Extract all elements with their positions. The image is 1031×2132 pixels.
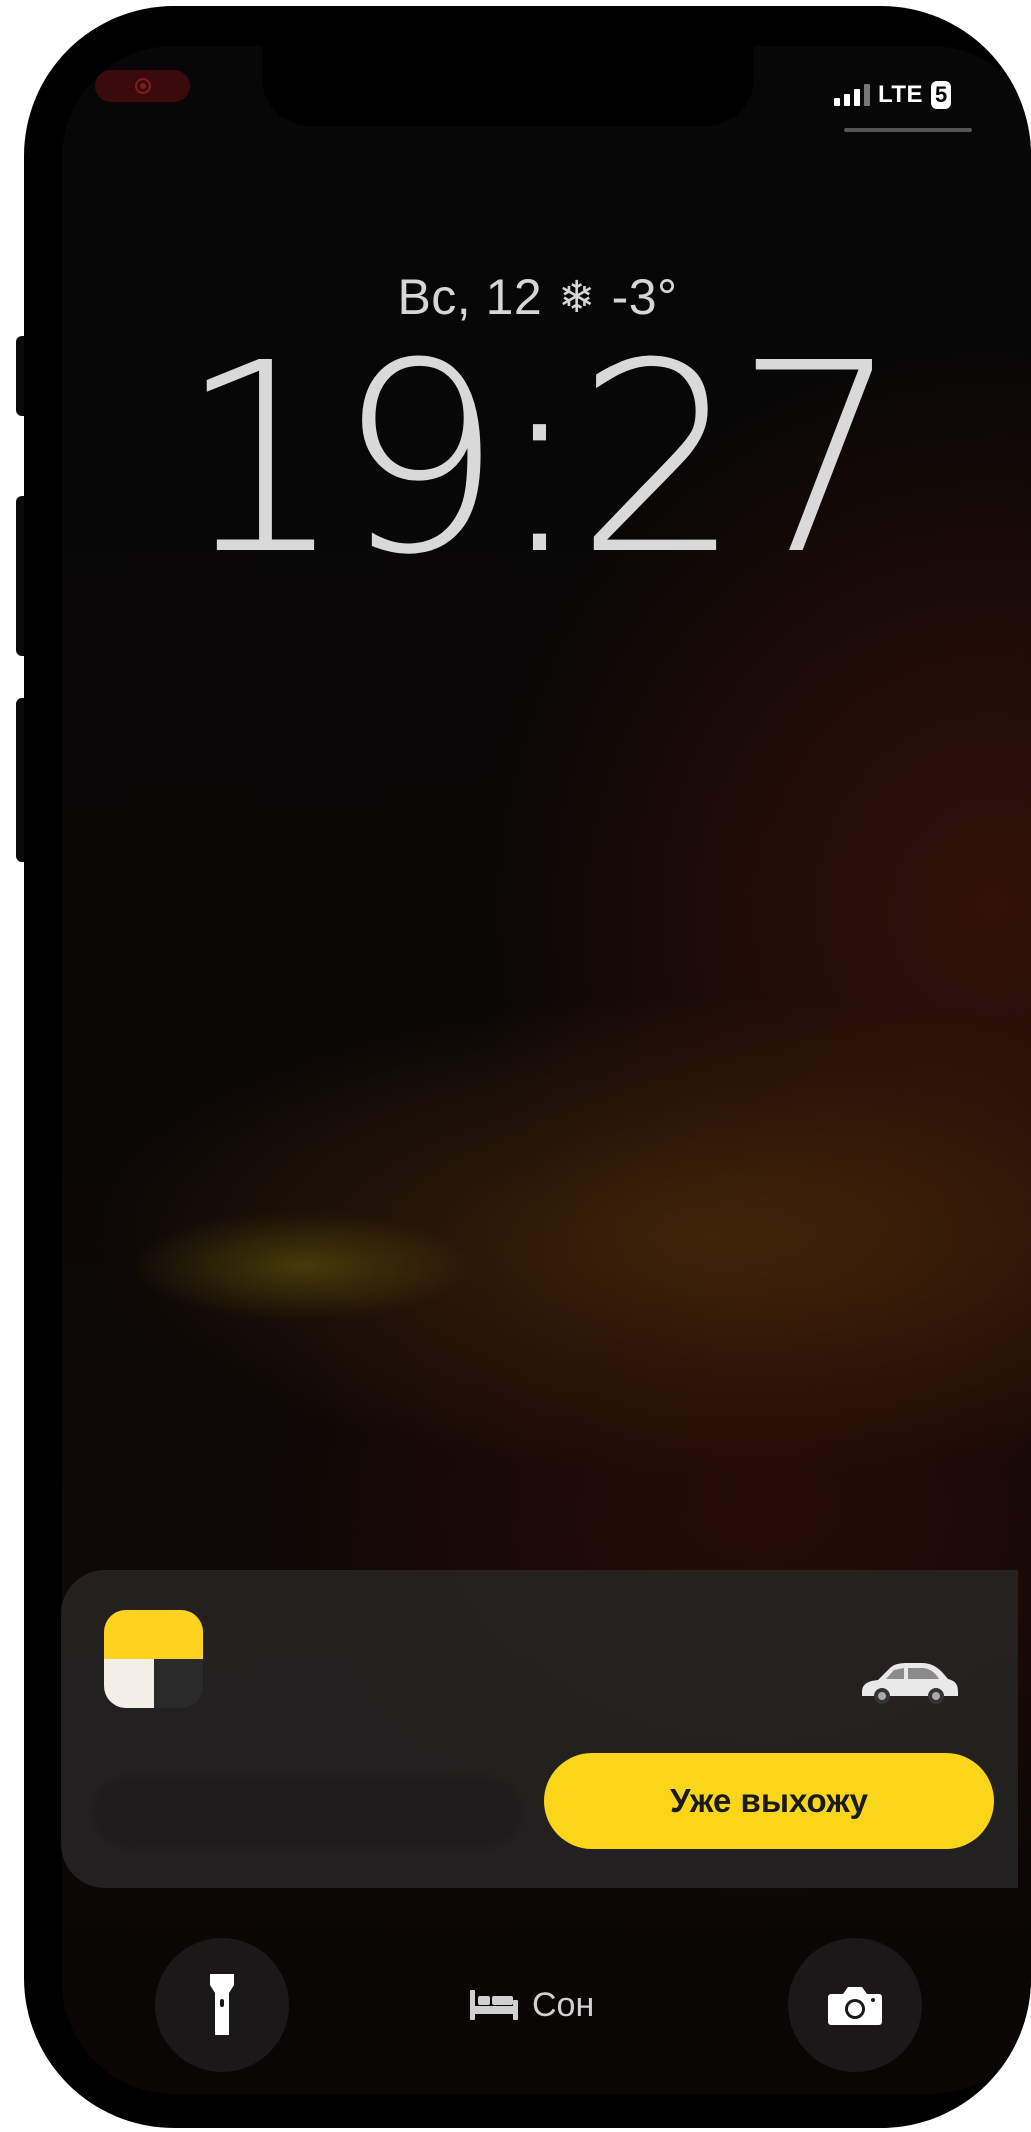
screen-recording-indicator[interactable]	[95, 70, 190, 102]
car-icon	[862, 1663, 958, 1704]
yandex-go-icon	[104, 1610, 203, 1708]
flashlight-icon	[210, 1974, 234, 2035]
status-bar: LTE 5	[834, 78, 952, 112]
notch	[262, 36, 754, 126]
network-type: LTE	[878, 81, 924, 108]
blurred-status-pill	[92, 1776, 522, 1848]
camera-icon	[828, 1987, 882, 2025]
focus-label: Сон	[532, 1985, 595, 2024]
focus-mode-sleep[interactable]: Сон	[470, 1982, 594, 2028]
already-leaving-button[interactable]: Уже выхожу	[544, 1753, 994, 1849]
lock-clock: 19:27	[177, 307, 901, 612]
status-indicator-line	[844, 128, 972, 132]
flashlight-button[interactable]	[155, 1938, 289, 2072]
record-icon	[134, 78, 151, 94]
bed-icon	[470, 1990, 518, 2020]
camera-button[interactable]	[788, 1938, 922, 2072]
battery-icon: 5	[931, 81, 952, 109]
signal-icon	[834, 84, 870, 106]
